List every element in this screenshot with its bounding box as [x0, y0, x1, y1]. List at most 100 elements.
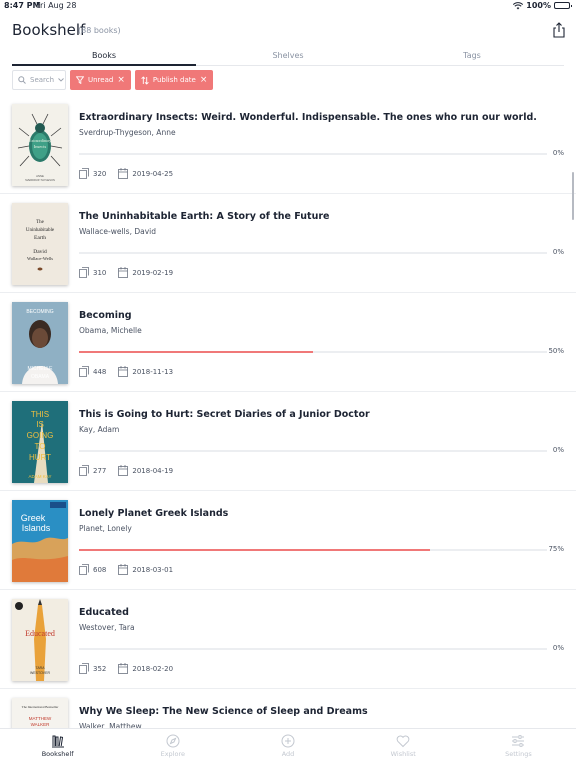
book-row[interactable]: Educated TARA WESTOVER Educated Westover… [0, 591, 576, 689]
filter-chip-unread[interactable]: Unread × [70, 70, 131, 90]
nav-bookshelf[interactable]: Bookshelf [0, 729, 115, 768]
svg-text:THIS: THIS [31, 410, 49, 419]
share-icon[interactable] [552, 22, 566, 38]
sort-icon [141, 75, 149, 85]
book-author: Kay, Adam [79, 425, 120, 434]
pages-icon [79, 267, 89, 278]
svg-text:MATTHEW: MATTHEW [29, 716, 52, 721]
tab-tags[interactable]: Tags [380, 48, 564, 65]
filter-icon [76, 76, 84, 84]
page-count: 320 [93, 169, 107, 178]
publish-date: 2019-02-19 [132, 268, 174, 277]
pages-icon [79, 564, 89, 575]
book-meta: 352 2018-02-20 [79, 663, 173, 674]
book-row[interactable]: Greek Islands Lonely Planet Greek Island… [0, 492, 576, 590]
book-cover[interactable]: THIS IS GOING TO HURT ADAM KAY [12, 401, 68, 483]
chevron-down-icon [58, 78, 64, 82]
nav-label: Add [281, 750, 295, 758]
calendar-icon [118, 465, 129, 476]
svg-text:ADAM KAY: ADAM KAY [29, 474, 52, 479]
svg-text:WESTOVER: WESTOVER [30, 671, 50, 675]
close-icon[interactable]: × [200, 75, 208, 85]
progress-bar [79, 252, 547, 254]
progress-bar [79, 648, 547, 650]
book-cover[interactable]: BECOMING MICHELLE OBAMA [12, 302, 68, 384]
book-meta: 448 2018-11-13 [79, 366, 173, 377]
book-meta: 320 2019-04-25 [79, 168, 173, 179]
book-title: Why We Sleep: The New Science of Sleep a… [79, 706, 368, 717]
bottom-tab-bar: Bookshelf Explore Add Wishlist Settings [0, 728, 576, 768]
publish-date: 2018-04-19 [132, 466, 174, 475]
svg-text:Educated: Educated [25, 629, 55, 638]
bookshelf-icon [51, 735, 64, 748]
nav-add[interactable]: Add [230, 729, 345, 768]
svg-text:The International Bestseller: The International Bestseller [22, 705, 60, 709]
battery-icon [554, 2, 572, 9]
book-meta: 608 2018-03-01 [79, 564, 173, 575]
pages-icon [79, 168, 89, 179]
compass-icon [166, 734, 180, 748]
svg-text:TO: TO [35, 442, 46, 451]
book-cover[interactable]: The Uninhabitable Earth David Wallace-We… [12, 203, 68, 285]
book-cover[interactable]: Educated TARA WESTOVER [12, 599, 68, 681]
book-meta: 310 2019-02-19 [79, 267, 173, 278]
calendar-icon [118, 663, 129, 674]
book-author: Westover, Tara [79, 623, 135, 632]
pages-icon [79, 366, 89, 377]
close-icon[interactable]: × [117, 75, 125, 85]
svg-text:Islands: Islands [22, 523, 51, 533]
svg-text:GOING: GOING [27, 431, 54, 440]
book-meta: 277 2018-04-19 [79, 465, 173, 476]
svg-text:Wallace-Wells: Wallace-Wells [27, 256, 53, 261]
tab-shelves[interactable]: Shelves [196, 48, 380, 65]
book-title: Extraordinary Insects: Weird. Wonderful.… [79, 112, 537, 123]
wifi-icon [513, 1, 524, 9]
search-field[interactable]: Search [12, 70, 66, 90]
book-author: Sverdrup-Thygeson, Anne [79, 128, 176, 137]
progress-label: 0% [552, 446, 564, 454]
status-bar: 8:47 PM Fri Aug 28 100% [0, 0, 576, 12]
publish-date: 2019-04-25 [132, 169, 174, 178]
progress-bar [79, 351, 547, 353]
book-title: Lonely Planet Greek Islands [79, 508, 229, 519]
progress-label: 50% [548, 347, 564, 355]
book-row[interactable]: BECOMING MICHELLE OBAMA Becoming Obama, … [0, 294, 576, 392]
svg-text:ANNE: ANNE [36, 174, 44, 178]
nav-label: Settings [505, 750, 532, 758]
scroll-indicator[interactable] [572, 172, 574, 220]
calendar-icon [118, 267, 129, 278]
battery-percent: 100% [526, 1, 551, 10]
heart-icon [396, 735, 410, 748]
status-right: 100% [513, 1, 572, 10]
svg-text:Earth: Earth [34, 235, 46, 241]
sort-chip-publish-date[interactable]: Publish date × [134, 70, 214, 90]
progress-bar [79, 549, 547, 551]
svg-text:TARA: TARA [35, 666, 45, 670]
nav-wishlist[interactable]: Wishlist [346, 729, 461, 768]
svg-text:MICHELLE: MICHELLE [27, 366, 53, 372]
nav-label: Wishlist [390, 750, 416, 758]
calendar-icon [118, 564, 129, 575]
calendar-icon [118, 168, 129, 179]
book-row[interactable]: The Uninhabitable Earth David Wallace-We… [0, 195, 576, 293]
book-cover[interactable]: Greek Islands [12, 500, 68, 582]
svg-text:David: David [33, 249, 47, 255]
book-title: Educated [79, 607, 129, 618]
pages-icon [79, 663, 89, 674]
pages-icon [79, 465, 89, 476]
book-row[interactable]: THIS IS GOING TO HURT ADAM KAY This is G… [0, 393, 576, 491]
svg-text:HURT: HURT [29, 453, 51, 462]
progress-label: 75% [548, 545, 564, 553]
nav-label: Explore [160, 750, 185, 758]
book-cover[interactable]: Extraordinary Insects ANNE SVERDRUP-THYG… [12, 104, 68, 186]
nav-settings[interactable]: Settings [461, 729, 576, 768]
tab-books[interactable]: Books [12, 48, 196, 66]
page-count: 277 [93, 466, 107, 475]
nav-explore[interactable]: Explore [115, 729, 230, 768]
search-placeholder: Search [30, 76, 55, 84]
progress-bar [79, 153, 547, 155]
book-row[interactable]: Extraordinary Insects ANNE SVERDRUP-THYG… [0, 96, 576, 194]
page-count: 448 [93, 367, 107, 376]
book-author: Obama, Michelle [79, 326, 142, 335]
svg-text:Greek: Greek [21, 513, 46, 523]
